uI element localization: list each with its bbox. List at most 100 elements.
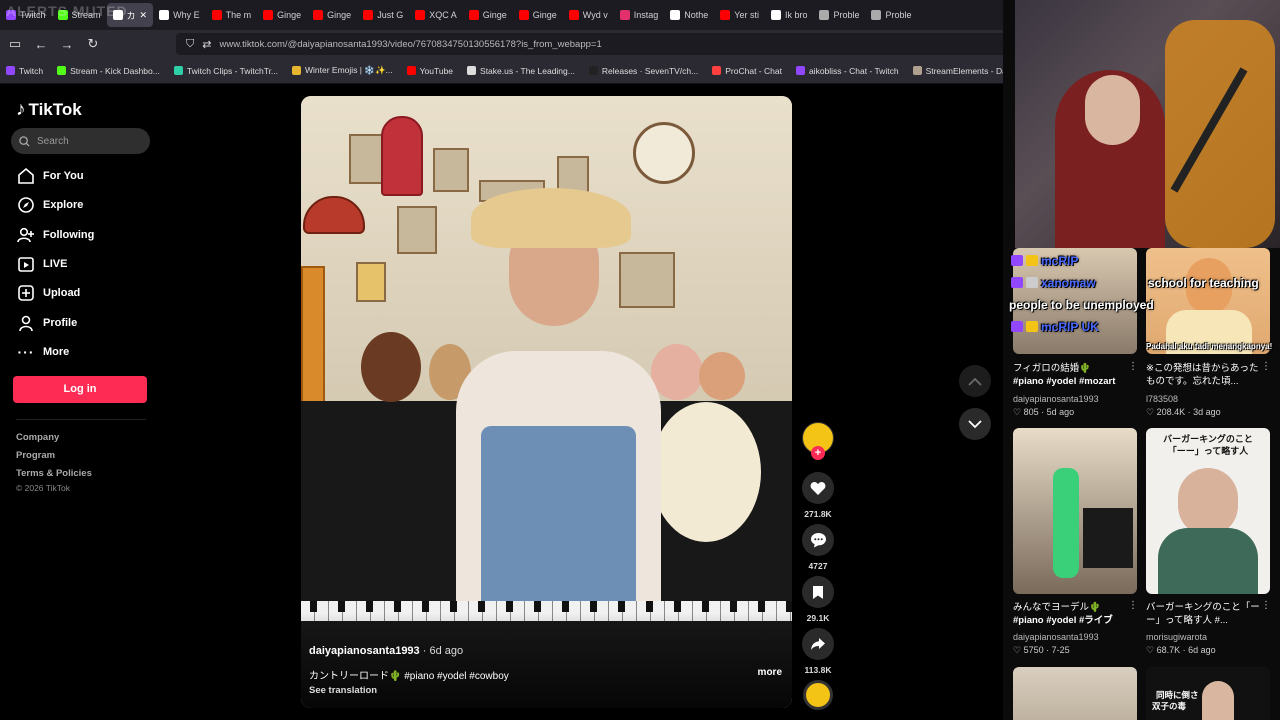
webcam-chair [1165, 20, 1275, 248]
related-title-4[interactable]: バーガーキングのこと「ーー」って略す人 #... [1146, 601, 1266, 627]
bookmark-item[interactable]: ProChat - Chat [712, 66, 782, 76]
bookmark-item[interactable]: Releases · SevenTV/ch... [588, 66, 698, 76]
related-author-4[interactable]: morisugiwarota [1146, 632, 1207, 642]
tiktok-logo[interactable]: ♪ TikTok [16, 99, 82, 121]
emote-icon [1026, 321, 1038, 332]
browser-tab[interactable]: The m [206, 3, 258, 27]
next-video-button[interactable] [959, 408, 991, 440]
browser-tab[interactable]: Proble [865, 3, 917, 27]
footer-terms-link[interactable]: Terms & Policies [16, 468, 92, 479]
follow-plus-button[interactable]: + [811, 446, 825, 460]
permissions-icon[interactable]: ⇄ [202, 38, 211, 51]
browser-tab[interactable]: Just G [357, 3, 409, 27]
see-translation-link[interactable]: See translation [309, 685, 377, 696]
grand-piano [1083, 508, 1133, 568]
browser-tab[interactable]: Ginge [307, 3, 357, 27]
share-icon[interactable] [802, 628, 834, 660]
bookmark-item[interactable]: Stake.us - The Leading... [467, 66, 575, 76]
tab-close-icon[interactable]: ✕ [140, 10, 148, 21]
nav-following[interactable]: Following [16, 225, 94, 245]
related-meta-1: ♡ 805 · 5d ago [1013, 407, 1075, 417]
comment-action[interactable]: 4727 [802, 524, 834, 571]
nav-profile[interactable]: Profile [16, 313, 77, 333]
related-thumb-4[interactable]: バーガーキングのこと 「ーー」って略す人 [1146, 428, 1270, 594]
related-thumb-2[interactable] [1146, 248, 1270, 354]
related-title-1[interactable]: フィガロの結婚🌵 #piano #yodel #mozart [1013, 362, 1131, 388]
chat-message: mcRIP [1011, 254, 1078, 268]
music-disc-icon[interactable] [803, 680, 833, 710]
tab-label: Ik bro [784, 10, 808, 20]
related-author-1[interactable]: daiyapianosanta1993 [1013, 394, 1099, 404]
caption-more-button[interactable]: more [758, 667, 782, 678]
related-author-2[interactable]: l783508 [1146, 394, 1178, 404]
forward-icon[interactable]: → [56, 33, 78, 55]
nav-live[interactable]: LIVE [16, 254, 67, 274]
related-author-3[interactable]: daiyapianosanta1993 [1013, 632, 1099, 642]
browser-tab[interactable]: Proble [813, 3, 865, 27]
browser-tab[interactable]: Ginge [513, 3, 563, 27]
bookmark-item[interactable]: Winter Emojis | ❄️✨... [292, 65, 393, 76]
like-action[interactable]: 271.8K [802, 472, 834, 519]
streamer-webcam [1015, 0, 1280, 248]
footer-program-link[interactable]: Program [16, 450, 55, 461]
back-icon[interactable]: ← [30, 33, 52, 55]
related-title-3[interactable]: みんなでヨーデル🌵 #piano #yodel #ライブ [1013, 601, 1131, 627]
related-thumb-3[interactable] [1013, 428, 1137, 594]
related-3-menu-icon[interactable]: ⋮ [1128, 600, 1138, 611]
tab-label: The m [225, 10, 252, 20]
bookmark-item[interactable]: aikobliss - Chat - Twitch [795, 66, 899, 76]
related-4-menu-icon[interactable]: ⋮ [1261, 600, 1271, 611]
browser-tab[interactable]: Nothe [664, 3, 714, 27]
share-action[interactable]: 113.8K [802, 628, 834, 675]
video-player[interactable]: daiyapianosanta1993 · 6d ago カントリーロード🌵 #… [301, 96, 792, 708]
video-author[interactable]: daiyapianosanta1993 · 6d ago [309, 645, 463, 657]
related-meta-4: ♡ 68.7K · 6d ago [1146, 645, 1216, 655]
bookmark-item[interactable]: Twitch [6, 66, 43, 76]
bookmark-item[interactable]: YouTube [406, 66, 453, 76]
browser-tab[interactable]: Why E [153, 3, 206, 27]
sidebar-toggle-icon[interactable]: ▭ [4, 33, 26, 55]
browser-tab[interactable]: XQC A [409, 3, 463, 27]
wall-poster [397, 206, 437, 254]
related-2-menu-icon[interactable]: ⋮ [1261, 361, 1271, 372]
bookmark-item[interactable]: Twitch Clips - TwitchTr... [173, 66, 278, 76]
related-1-menu-icon[interactable]: ⋮ [1128, 361, 1138, 372]
reload-icon[interactable]: ↻ [82, 33, 104, 55]
footer-company-link[interactable]: Company [16, 432, 59, 443]
previous-video-button[interactable] [959, 365, 991, 397]
tab-label: カ [126, 10, 136, 21]
heart-icon[interactable] [802, 472, 834, 504]
nav-for-you[interactable]: For You [16, 166, 84, 186]
tab-label: XQC A [429, 10, 457, 20]
bookmark-favicon-icon [6, 66, 15, 75]
heart-outline-icon: ♡ [1146, 645, 1155, 655]
related-title-2[interactable]: ※この発想は昔からあったものです。忘れた頃... [1146, 362, 1266, 388]
tab-favicon-icon [211, 10, 222, 20]
person-overalls [481, 426, 636, 601]
wall-poster [349, 134, 385, 184]
nav-more[interactable]: ··· More [16, 342, 70, 362]
browser-tab[interactable]: Ginge [463, 3, 513, 27]
tab-favicon-icon [770, 10, 781, 20]
tab-favicon-icon [415, 10, 426, 20]
bookmark-icon[interactable] [802, 576, 834, 608]
nav-upload[interactable]: Upload [16, 283, 80, 303]
browser-tab[interactable]: Wyd v [563, 3, 614, 27]
bookmark-item[interactable]: Stream - Kick Dashbo... [57, 66, 160, 76]
related-thumb-5[interactable] [1013, 667, 1137, 720]
bookmark-favicon-icon [57, 66, 67, 75]
related-thumb-6[interactable]: 同時に倒さ 双子の毒 [1146, 667, 1270, 720]
chat-message: school for teaching [1148, 276, 1259, 290]
tab-favicon-icon [619, 10, 630, 20]
login-button[interactable]: Log in [13, 376, 147, 403]
save-action[interactable]: 29.1K [802, 576, 834, 623]
search-input[interactable]: Search [11, 128, 150, 154]
browser-tab[interactable]: Yer sti [714, 3, 765, 27]
browser-tab[interactable]: Ik bro [765, 3, 814, 27]
comment-icon[interactable] [802, 524, 834, 556]
url-bar[interactable]: ⛉ ⇄ www.tiktok.com/@daiyapianosanta1993/… [176, 33, 1006, 55]
browser-tab[interactable]: Ginge [257, 3, 307, 27]
browser-tab[interactable]: Instag [614, 3, 665, 27]
chat-message: people to be unemployed [1009, 298, 1154, 312]
nav-explore[interactable]: Explore [16, 195, 83, 215]
